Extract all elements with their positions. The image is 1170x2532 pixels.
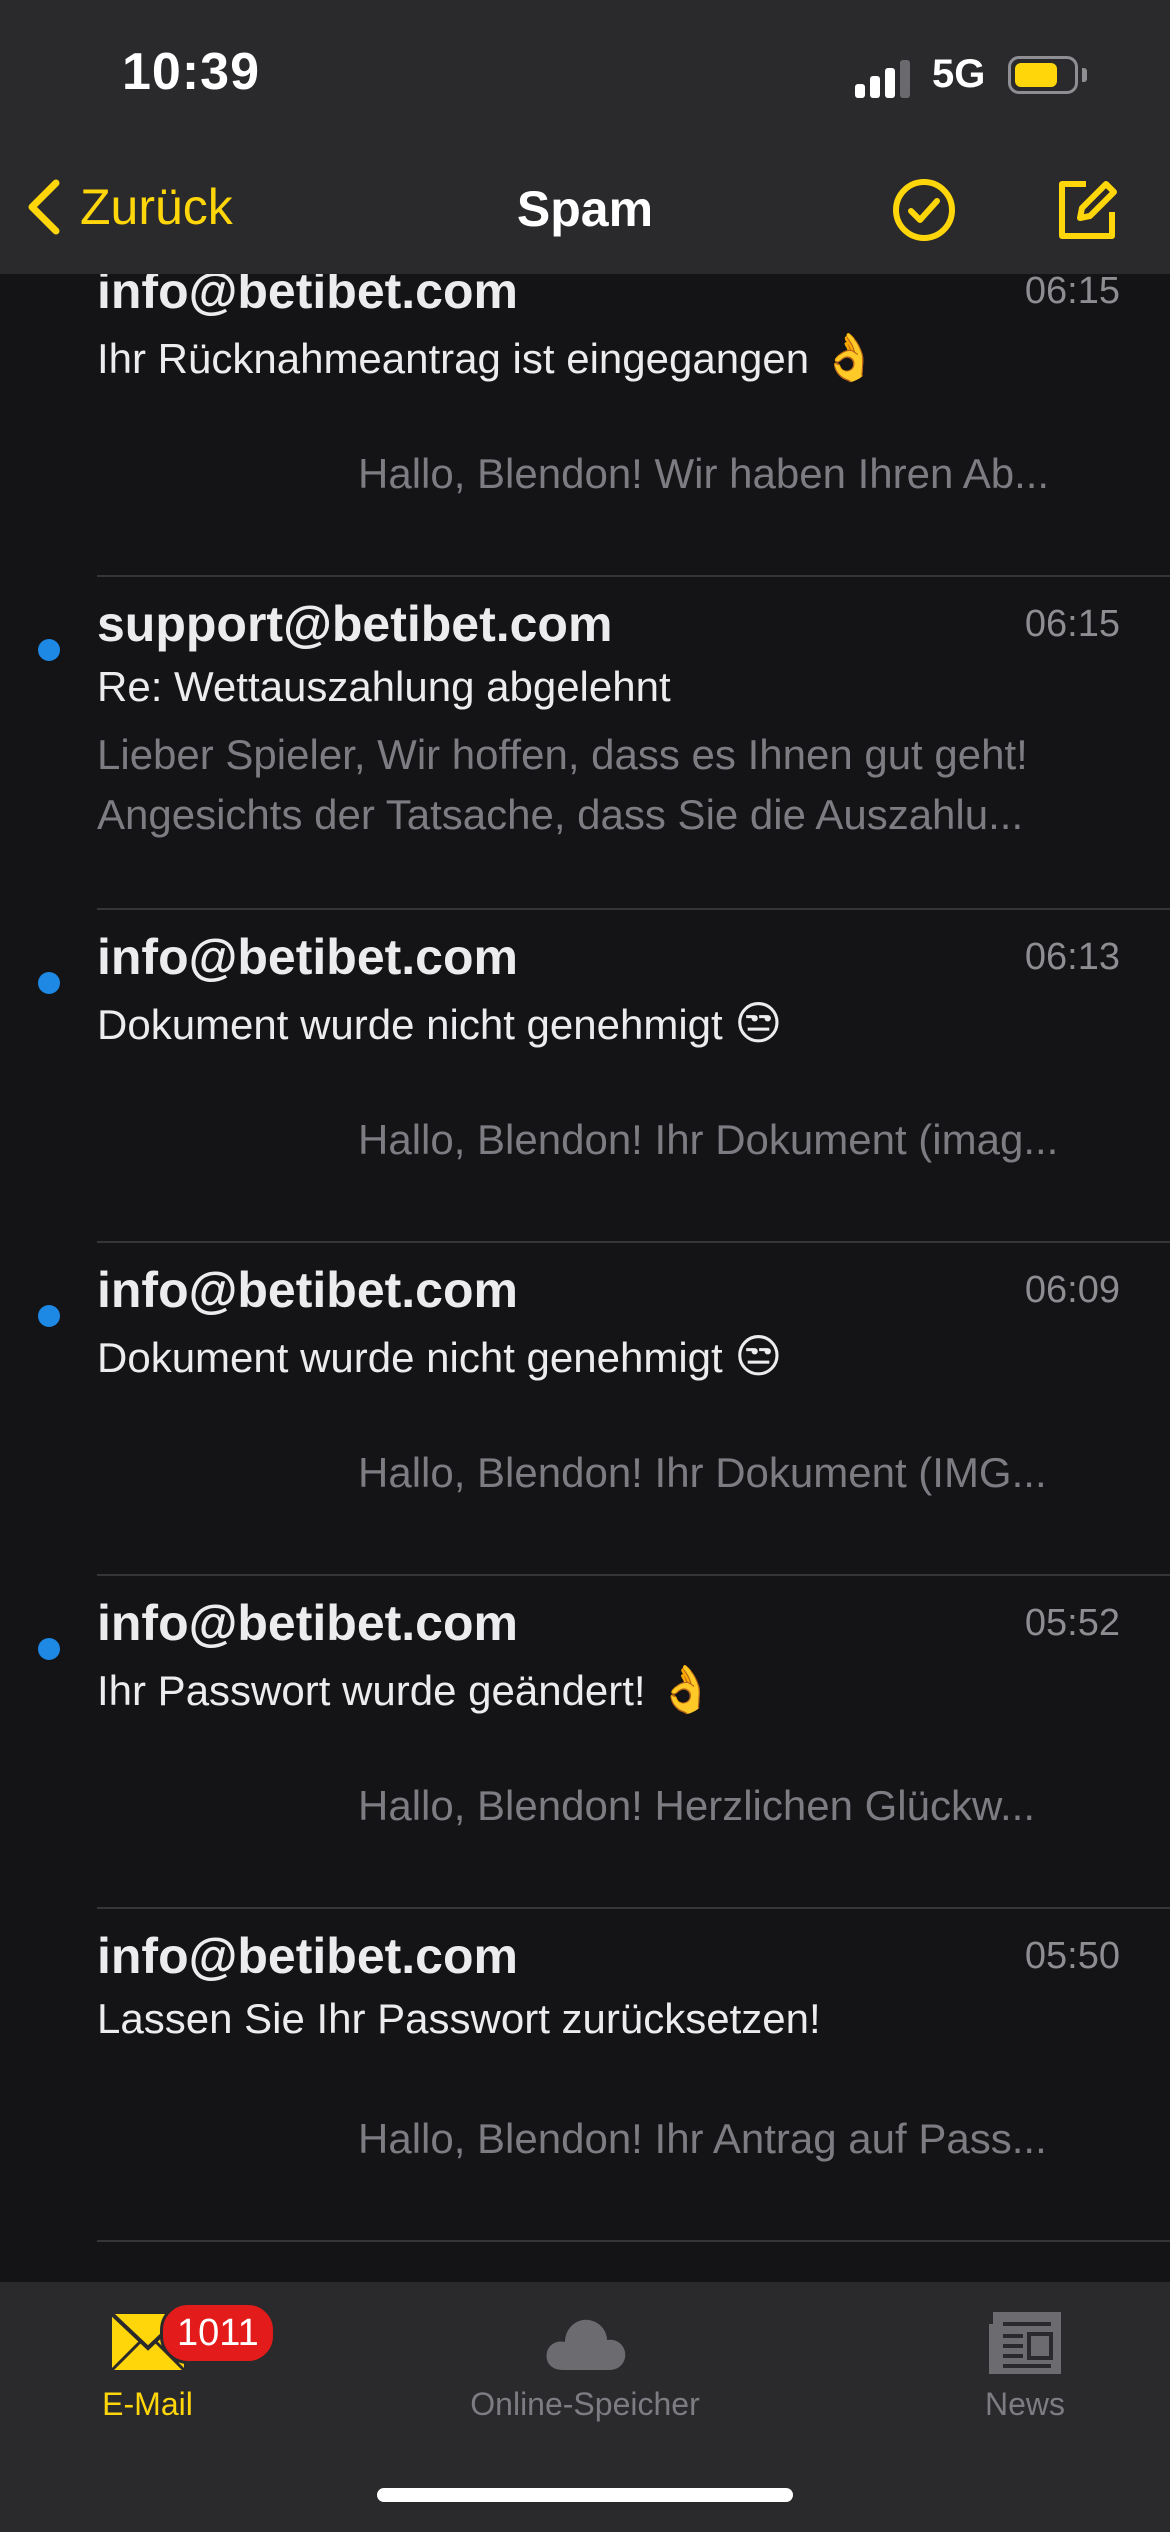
tab-label: Online-Speicher	[470, 2386, 700, 2422]
ok-hand-emoji-icon: 👌	[657, 1663, 715, 1715]
unread-count-badge: 1011	[160, 2302, 276, 2364]
message-subject: Dokument wurde nicht genehmigt 😒	[97, 996, 782, 1050]
home-indicator[interactable]	[377, 2488, 793, 2502]
unamused-face-emoji-icon: 😒	[734, 1330, 783, 1382]
message-row[interactable]: info@betibet.com 05:52 Ihr Passwort wurd…	[0, 1576, 1170, 1909]
signal-strength-icon	[855, 58, 915, 98]
select-circle-check-icon	[893, 179, 955, 241]
message-subject-text: Dokument wurde nicht genehmigt	[97, 1334, 723, 1381]
message-subject-text: Ihr Passwort wurde geändert!	[97, 1667, 646, 1714]
message-row[interactable]: info@betibet.com 06:15 Ihr Rücknahmeantr…	[0, 274, 1170, 577]
status-time: 10:39	[122, 43, 260, 101]
chevron-left-icon	[28, 179, 60, 235]
message-time: 06:13	[1024, 936, 1120, 978]
message-preview: Hallo, Blendon! Herzlichen Glückw...	[358, 1782, 1035, 1829]
battery-level	[1015, 63, 1057, 87]
message-subject-text: Dokument wurde nicht genehmigt	[97, 1001, 723, 1048]
message-preview: Hallo, Blendon! Ihr Dokument (IMG...	[358, 1449, 1047, 1496]
message-sender: info@betibet.com	[97, 274, 518, 319]
message-subject: Lassen Sie Ihr Passwort zurücksetzen!	[97, 1995, 821, 2042]
tab-label: E-Mail	[102, 2386, 193, 2422]
battery-cap	[1082, 68, 1087, 82]
network-type: 5G	[932, 52, 986, 96]
tab-email[interactable]: 1011 E-Mail	[60, 2282, 276, 2462]
message-list[interactable]: info@betibet.com 06:15 Ihr Rücknahmeantr…	[0, 274, 1170, 2282]
compose-icon	[1059, 181, 1117, 239]
message-row[interactable]: info@betibet.com 05:50 Lassen Sie Ihr Pa…	[0, 1909, 1170, 2242]
message-row[interactable]: info@betibet.com 06:13 Dokument wurde ni…	[0, 910, 1170, 1243]
message-sender: support@betibet.com	[97, 596, 613, 652]
message-preview-line: Lieber Spieler, Wir hoffen, dass es Ihne…	[97, 731, 1028, 778]
message-subject: Re: Wettauszahlung abgelehnt	[97, 663, 671, 710]
message-time: 05:52	[1024, 1602, 1120, 1644]
message-sender: info@betibet.com	[97, 929, 518, 985]
status-bar: 10:39 5G	[0, 0, 1170, 150]
message-preview: Hallo, Blendon! Wir haben Ihren Ab...	[358, 450, 1050, 497]
cloud-icon	[546, 2319, 626, 2370]
message-time: 05:50	[1024, 1935, 1120, 1977]
message-time: 06:09	[1024, 1269, 1120, 1311]
select-button[interactable]	[888, 174, 960, 246]
message-preview: Lieber Spieler, Wir hoffen, dass es Ihne…	[97, 725, 1117, 845]
unamused-face-emoji-icon: 😒	[734, 997, 783, 1049]
tab-label: News	[984, 2386, 1065, 2422]
newspaper-icon	[989, 2312, 1061, 2374]
message-subject-text: Ihr Rücknahmeantrag ist eingegangen	[97, 335, 810, 382]
battery-icon	[1008, 56, 1078, 94]
message-sender: info@betibet.com	[97, 1928, 518, 1984]
message-subject: Ihr Rücknahmeantrag ist eingegangen 👌	[97, 330, 878, 385]
back-button[interactable]: Zurück	[24, 172, 233, 242]
tab-news[interactable]: News	[960, 2282, 1090, 2462]
unread-dot-icon	[38, 1305, 60, 1327]
message-preview: Hallo, Blendon! Ihr Antrag auf Pass...	[358, 2115, 1047, 2162]
unread-dot-icon	[38, 639, 60, 661]
message-sender: info@betibet.com	[97, 1262, 518, 1318]
ok-hand-emoji-icon: 👌	[820, 331, 879, 383]
message-time: 06:15	[1024, 274, 1120, 312]
message-subject: Ihr Passwort wurde geändert! 👌	[97, 1662, 715, 1717]
message-time: 06:15	[1024, 603, 1120, 645]
tab-online-speicher[interactable]: Online-Speicher	[440, 2282, 730, 2462]
row-divider	[97, 2240, 1170, 2242]
message-row[interactable]: support@betibet.com 06:15 Re: Wettauszah…	[0, 577, 1170, 910]
message-preview-line: Angesichts der Tatsache, dass Sie die Au…	[97, 791, 1024, 838]
message-subject: Dokument wurde nicht genehmigt 😒	[97, 1329, 782, 1383]
compose-button[interactable]	[1050, 174, 1122, 246]
navigation-bar: Zurück Spam	[0, 150, 1170, 274]
unread-dot-icon	[38, 972, 60, 994]
unread-dot-icon	[38, 1638, 60, 1660]
message-preview: Hallo, Blendon! Ihr Dokument (imag...	[358, 1116, 1059, 1163]
back-label: Zurück	[80, 179, 233, 235]
message-row[interactable]: info@betibet.com 06:09 Dokument wurde ni…	[0, 1243, 1170, 1576]
message-sender: info@betibet.com	[97, 1595, 518, 1651]
